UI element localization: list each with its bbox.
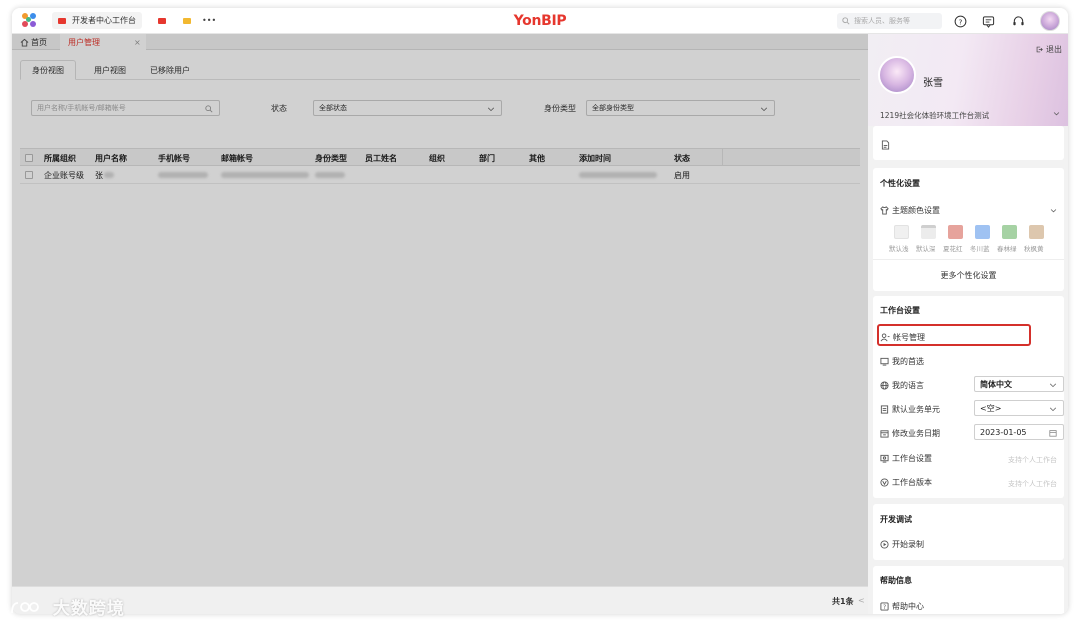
version-icon — [880, 478, 889, 487]
user-avatar[interactable] — [1040, 11, 1060, 31]
logout-button[interactable]: 退出 — [1036, 44, 1062, 55]
workbench-version-item[interactable]: 工作台版本 — [880, 477, 932, 488]
my-preference-item[interactable]: 我的首选 — [880, 356, 924, 367]
top-bar: 开发者中心工作台 ••• YonBIP 搜索人员、服务等 ? — [12, 8, 1068, 34]
language-select[interactable]: 简体中文 — [974, 376, 1064, 392]
brand-logo: YonBIP — [513, 13, 567, 29]
version-note: 支持个人工作台 — [1008, 480, 1057, 488]
global-search-input[interactable]: 搜索人员、服务等 — [837, 13, 942, 29]
swatch-default-dark[interactable] — [921, 225, 936, 239]
profile-header: 退出 张雪 1219社会化体验环境工作台测试 — [868, 34, 1068, 126]
language-label: 我的语言 — [880, 380, 924, 391]
swatch-label: 春林绿 — [997, 245, 1017, 253]
profile-name: 张雪 — [923, 78, 943, 89]
theme-color-setting[interactable]: 主题颜色设置 — [880, 205, 940, 216]
message-icon[interactable] — [980, 13, 996, 29]
swatch-spring-green[interactable] — [1002, 225, 1017, 239]
total-count: 共1条 — [832, 597, 854, 606]
dev-debug-title: 开发调试 — [880, 515, 912, 524]
theme-swatches — [894, 225, 1064, 239]
calendar-icon — [1049, 430, 1057, 437]
document-icon[interactable] — [881, 140, 890, 150]
logout-icon — [1037, 46, 1044, 53]
shirt-icon — [880, 206, 889, 215]
chevron-down-icon[interactable] — [1053, 110, 1060, 117]
help-icon[interactable]: ? — [952, 13, 968, 29]
search-icon — [842, 17, 850, 25]
more-tabs-button[interactable]: ••• — [196, 12, 222, 29]
user-icon — [880, 333, 890, 342]
swatch-label: 秋枫黄 — [1024, 245, 1044, 253]
swatch-label: 冬川蓝 — [970, 245, 990, 253]
quick-action-card — [873, 126, 1064, 160]
help-card: 帮助信息 ? 帮助中心 — [873, 566, 1064, 614]
tab-mail[interactable] — [152, 12, 172, 29]
swatch-default-light[interactable] — [894, 225, 909, 239]
tab-developer-workbench[interactable]: 开发者中心工作台 — [52, 12, 142, 29]
personalization-title: 个性化设置 — [880, 179, 920, 188]
document-icon — [880, 405, 889, 414]
watermark-logo-icon — [11, 602, 39, 614]
business-date-label: 修改业务日期 — [880, 428, 940, 439]
globe-icon — [880, 381, 889, 390]
prev-page-button[interactable]: < — [858, 596, 865, 605]
start-recording-item[interactable]: 开始录制 — [880, 539, 924, 550]
swatch-label: 默认深 — [916, 245, 936, 253]
swatch-summer-red[interactable] — [948, 225, 963, 239]
record-icon — [880, 540, 889, 549]
workbench-icon — [58, 17, 66, 24]
note-icon — [183, 17, 191, 24]
workbench-settings-card: 工作台设置 帐号管理 我的首选 我的语言 简体中文 默认业务单元 <空> 修改业… — [873, 296, 1064, 498]
chevron-down-icon — [1049, 407, 1057, 412]
settings-note: 支持个人工作台 — [1008, 456, 1057, 464]
workbench-settings-item[interactable]: 工作台设置 — [880, 453, 932, 464]
help-icon: ? — [880, 602, 889, 611]
service-headset-icon[interactable] — [1010, 13, 1026, 29]
tab-note[interactable] — [177, 12, 197, 29]
personalization-card: 个性化设置 主题颜色设置 默认浅 默认深 夏花红 冬川蓝 春林绿 秋枫黄 更多个… — [873, 168, 1064, 291]
app-launcher-icon[interactable] — [22, 13, 38, 29]
svg-text:?: ? — [958, 17, 962, 26]
business-unit-label: 默认业务单元 — [880, 404, 940, 415]
org-name[interactable]: 1219社会化体验环境工作台测试 — [880, 110, 989, 121]
profile-avatar[interactable] — [878, 56, 916, 94]
help-title: 帮助信息 — [880, 576, 912, 585]
profile-drawer: 退出 张雪 1219社会化体验环境工作台测试 个性化设置 主题颜色设置 默认浅 … — [868, 34, 1068, 614]
swatch-label: 默认浅 — [889, 245, 909, 253]
screen-icon — [880, 454, 889, 463]
table-footer: 共1条 < — [12, 586, 868, 614]
swatch-label: 夏花红 — [943, 245, 963, 253]
chevron-down-icon — [1049, 383, 1057, 388]
dev-debug-card: 开发调试 开始录制 — [873, 504, 1064, 560]
mail-icon — [158, 17, 166, 24]
watermark: 大数跨境 — [10, 594, 125, 619]
chevron-down-icon[interactable] — [1050, 207, 1057, 214]
help-center-item[interactable]: ? 帮助中心 — [880, 601, 924, 612]
workbench-settings-title: 工作台设置 — [880, 306, 920, 315]
tab-label: 开发者中心工作台 — [72, 16, 136, 25]
dim-overlay[interactable] — [12, 34, 868, 614]
swatch-winter-blue[interactable] — [975, 225, 990, 239]
more-personalization-button[interactable]: 更多个性化设置 — [873, 270, 1064, 281]
monitor-icon — [880, 357, 889, 366]
account-management-item[interactable]: 帐号管理 — [880, 332, 925, 343]
svg-text:?: ? — [883, 605, 886, 611]
swatch-autumn-yellow[interactable] — [1029, 225, 1044, 239]
business-date-input[interactable]: 2023-01-05 — [974, 424, 1064, 440]
business-unit-select[interactable]: <空> — [974, 400, 1064, 416]
app-window: 开发者中心工作台 ••• YonBIP 搜索人员、服务等 ? 首页 用户管理 ×… — [12, 8, 1068, 614]
calendar-icon — [880, 430, 889, 438]
